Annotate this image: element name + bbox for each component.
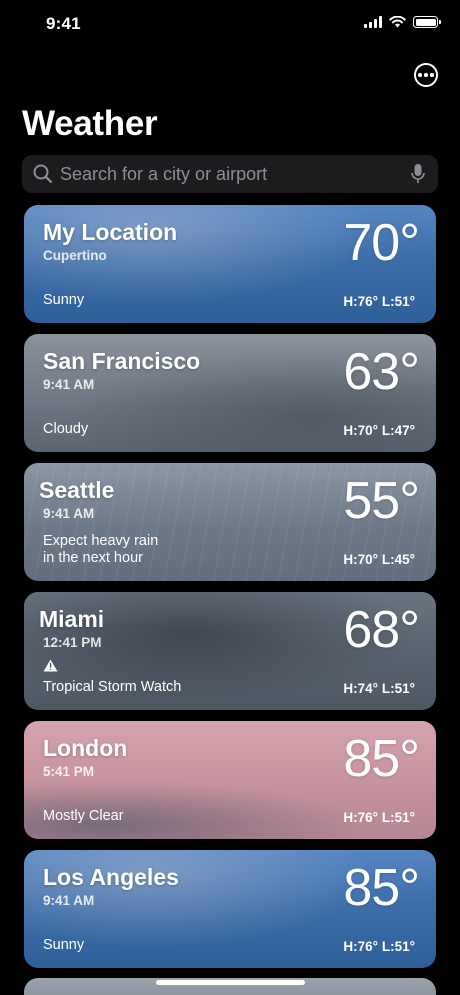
card-city: My Location (43, 219, 178, 245)
card-temperature: 85° (343, 859, 420, 917)
card-subtitle: 9:41 AM (43, 893, 95, 908)
card-condition: Mostly Clear (43, 808, 124, 824)
card-subtitle: 12:41 PM (43, 635, 102, 650)
page-title: Weather (22, 104, 158, 143)
card-temperature: 55° (343, 472, 420, 530)
weather-card-my-location[interactable]: My Location Cupertino 70° Sunny H:76° L:… (24, 205, 436, 323)
battery-icon (413, 16, 441, 28)
card-subtitle: 5:41 PM (43, 764, 95, 779)
microphone-icon[interactable] (410, 163, 426, 185)
card-subtitle: 9:41 AM (43, 377, 95, 392)
card-city: Miami (39, 606, 105, 632)
card-city: Seattle (39, 477, 115, 503)
card-high-low: H:70° L:45° (343, 552, 415, 567)
home-indicator[interactable] (156, 980, 305, 985)
card-subtitle: 9:41 AM (43, 506, 95, 521)
weather-card-miami[interactable]: Miami 12:41 PM 68° Tropical Storm Watch … (24, 592, 436, 710)
card-temperature: 63° (343, 343, 420, 401)
card-condition: Cloudy (43, 421, 89, 437)
weather-card-seattle[interactable]: Seattle 9:41 AM 55° Expect heavy rain in… (24, 463, 436, 581)
weather-card-london[interactable]: London 5:41 PM 85° Mostly Clear H:76° L:… (24, 721, 436, 839)
cellular-signal-icon (364, 16, 382, 28)
card-condition: Expect heavy rain in the next hour (43, 533, 158, 567)
search-bar[interactable] (22, 155, 438, 193)
search-icon (33, 164, 53, 184)
more-options-button[interactable] (414, 63, 438, 87)
card-temperature: 68° (343, 601, 420, 659)
card-subtitle: Cupertino (43, 248, 107, 263)
search-input[interactable] (60, 163, 410, 185)
weather-card-los-angeles[interactable]: Los Angeles 9:41 AM 85° Sunny H:76° L:51… (24, 850, 436, 968)
weather-card-san-francisco[interactable]: San Francisco 9:41 AM 63° Cloudy H:70° L… (24, 334, 436, 452)
card-high-low: H:76° L:51° (343, 294, 415, 309)
card-condition-line: in the next hour (43, 550, 143, 566)
wifi-icon (389, 16, 406, 28)
card-high-low: H:76° L:51° (343, 939, 415, 954)
card-city: San Francisco (43, 348, 201, 374)
card-city: London (43, 735, 128, 761)
card-high-low: H:74° L:51° (343, 681, 415, 696)
card-high-low: H:76° L:51° (343, 810, 415, 825)
status-time: 9:41 (46, 14, 81, 33)
card-condition: Tropical Storm Watch (43, 679, 182, 695)
card-city: Los Angeles (43, 864, 179, 890)
warning-icon (43, 659, 58, 672)
card-temperature: 85° (343, 730, 420, 788)
card-condition: Sunny (43, 292, 85, 308)
status-bar: 9:41 (0, 0, 460, 50)
status-icons (364, 16, 441, 28)
card-condition: Sunny (43, 937, 85, 953)
card-temperature: 70° (343, 214, 420, 272)
card-high-low: H:70° L:47° (343, 423, 415, 438)
card-condition-line: Expect heavy rain (43, 533, 159, 549)
